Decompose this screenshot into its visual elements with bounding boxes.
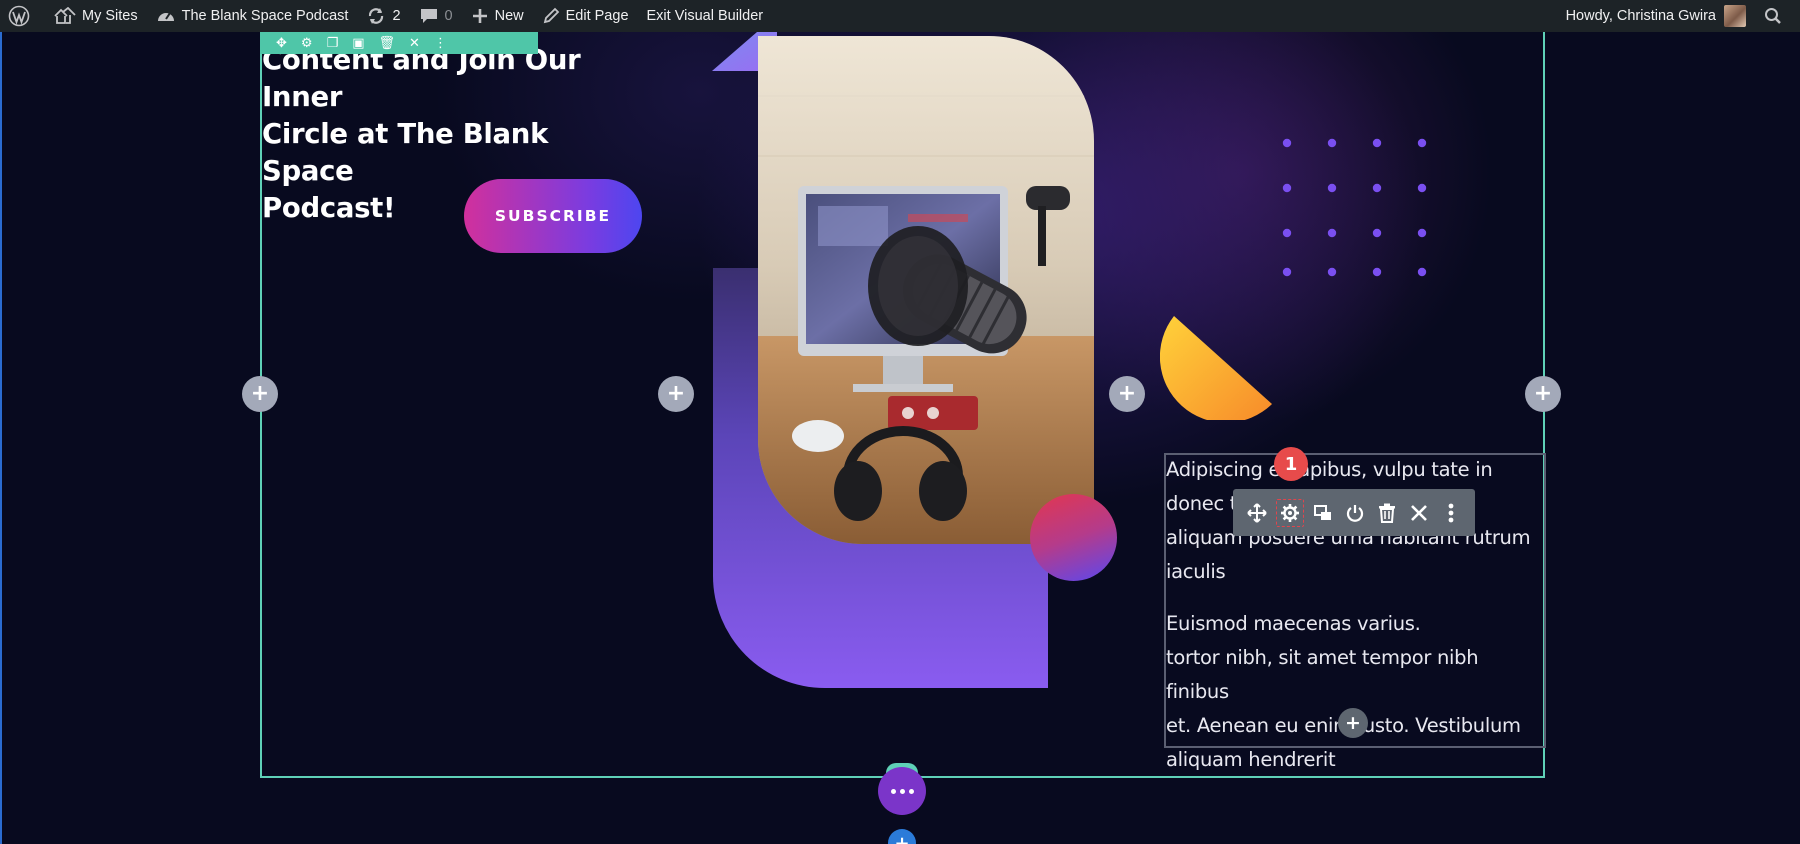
user-greeting: Howdy, Christina Gwira [1565, 8, 1716, 24]
step-number-badge: 1 [1274, 447, 1308, 481]
user-account-menu[interactable]: Howdy, Christina Gwira [1557, 0, 1755, 32]
duplicate-icon[interactable]: ❐ [327, 37, 339, 50]
row-settings-button[interactable] [878, 767, 926, 815]
decorative-dot-grid [1282, 138, 1427, 277]
my-sites-menu[interactable]: My Sites [45, 0, 147, 32]
edit-page-label: Edit Page [565, 8, 629, 24]
add-module-button[interactable]: + [242, 376, 278, 412]
heading-module-toolbar: ✥ ⚙ ❐ ▣ 🗑 ✕ ⋮ [260, 32, 538, 54]
dashboard-icon [157, 12, 174, 21]
updates-icon [369, 8, 384, 24]
wordpress-icon [8, 5, 30, 27]
comments-count: 0 [444, 8, 453, 24]
decorative-half-circle [1160, 316, 1272, 420]
delete-icon[interactable] [1374, 500, 1400, 526]
settings-icon[interactable] [1276, 498, 1304, 527]
updates-count: 2 [392, 8, 401, 24]
avatar [1724, 5, 1746, 27]
more-icon[interactable]: ⋮ [434, 37, 447, 50]
search-icon [1765, 8, 1781, 24]
text-module-toolbar [1233, 489, 1475, 536]
decorative-gradient-circle [1030, 494, 1117, 581]
site-name-label: The Blank Space Podcast [181, 8, 349, 24]
move-icon[interactable]: ✥ [276, 37, 287, 50]
text-paragraph: Euismod maecenas varius. tortor nibh, si… [1166, 612, 1521, 771]
exit-visual-builder-label: Exit Visual Builder [646, 8, 764, 24]
wordpress-logo-button[interactable] [0, 0, 45, 32]
delete-icon[interactable]: 🗑 [379, 37, 396, 50]
wp-admin-bar: My Sites The Blank Space Podcast 2 0 New [0, 0, 1800, 32]
add-module-button[interactable]: + [1525, 376, 1561, 412]
save-icon[interactable]: ▣ [352, 37, 364, 50]
site-name-menu[interactable]: The Blank Space Podcast [147, 0, 358, 32]
move-icon[interactable] [1244, 500, 1270, 526]
dot-icon [890, 788, 896, 794]
my-sites-icon [54, 7, 76, 24]
pencil-icon [543, 7, 559, 24]
my-sites-label: My Sites [82, 8, 138, 24]
comment-icon [420, 9, 437, 23]
close-icon[interactable] [1406, 500, 1432, 526]
add-module-button[interactable]: + [658, 376, 694, 412]
plus-icon [472, 9, 487, 23]
close-icon[interactable]: ✕ [409, 37, 420, 50]
disable-icon[interactable] [1342, 500, 1368, 526]
updates-button[interactable]: 2 [357, 0, 409, 32]
photo-illustration [758, 36, 1094, 544]
dot-icon [908, 788, 914, 794]
settings-icon[interactable]: ⚙ [301, 37, 313, 50]
subscribe-button[interactable]: SUBSCRIBE [464, 179, 642, 253]
add-section-button[interactable]: + [888, 829, 916, 844]
section-left-edge [0, 32, 2, 844]
duplicate-icon[interactable] [1310, 500, 1336, 526]
podcast-microphone-image[interactable] [758, 36, 1094, 544]
dot-icon [899, 788, 905, 794]
add-module-button[interactable]: + [1109, 376, 1145, 412]
exit-visual-builder-button[interactable]: Exit Visual Builder [638, 0, 773, 32]
edit-page-button[interactable]: Edit Page [533, 0, 638, 32]
add-module-below-button[interactable]: + [1338, 708, 1368, 738]
admin-bar-right: Howdy, Christina Gwira [1557, 0, 1800, 32]
new-label: New [494, 8, 524, 24]
more-icon[interactable] [1438, 500, 1464, 526]
search-button[interactable] [1755, 0, 1800, 32]
builder-canvas: Content and Join Our Inner Circle at The… [0, 32, 1800, 844]
new-content-button[interactable]: New [462, 0, 533, 32]
comments-button[interactable]: 0 [410, 0, 462, 32]
